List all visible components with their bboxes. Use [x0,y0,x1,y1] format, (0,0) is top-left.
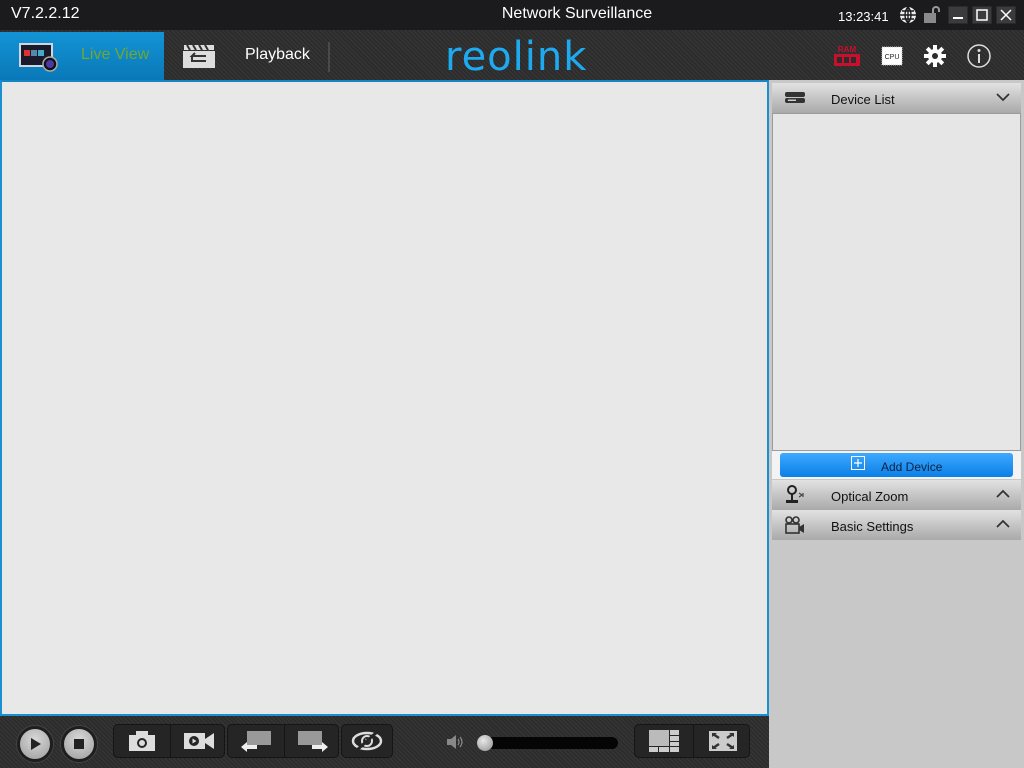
add-device-button[interactable]: Add Device [780,453,1013,477]
tab-live-view[interactable]: Live View [0,32,164,80]
capture-button-group [113,724,225,758]
clock: 13:23:41 [838,9,889,24]
plus-box-icon [851,456,865,470]
device-list-header[interactable]: Device List [772,83,1021,113]
cpu-label: CPU [885,54,900,61]
clapperboard-icon [183,44,215,68]
title-bar: V7.2.2.12 Network Surveillance 13:23:41 [0,0,1024,30]
add-device-row: Add Device [772,451,1021,479]
play-button[interactable] [17,726,53,762]
optical-zoom-icon [786,485,804,503]
volume-slider-handle[interactable] [477,735,493,751]
close-icon [1000,9,1012,21]
device-list-title: Device List [831,92,895,107]
chevron-down-icon [996,93,1010,102]
optical-zoom-header[interactable]: Optical Zoom [772,480,1021,510]
chevron-up-icon [996,519,1010,528]
unlock-icon[interactable] [923,6,943,24]
app-version: V7.2.2.12 [11,5,80,22]
basic-settings-header[interactable]: Basic Settings [772,510,1021,540]
volume-slider[interactable] [477,735,618,751]
tab-live-view-label: Live View [81,46,150,63]
basic-settings-title: Basic Settings [831,519,914,534]
tab-playback-label: Playback [245,46,310,63]
arrow-left-screen-icon [241,731,271,752]
arrow-right-screen-icon [297,731,328,752]
split-layout-button[interactable] [635,725,693,757]
video-camera-icon [785,516,804,534]
monitor-icon [19,43,58,72]
minimize-button[interactable] [948,6,968,24]
globe-icon[interactable] [898,6,918,24]
info-icon [967,44,991,68]
volume-icon[interactable] [446,734,464,750]
sync-button-group [341,724,393,758]
gear-icon [924,45,946,67]
live-view-area[interactable] [0,80,769,716]
settings-button[interactable] [920,42,950,70]
snapshot-button[interactable] [114,725,170,757]
maximize-icon [976,9,988,21]
page-button-group [227,724,339,758]
video-record-icon [183,733,214,749]
record-button[interactable] [171,725,226,757]
cpu-usage-button[interactable]: CPU [877,42,907,70]
device-list[interactable] [772,113,1021,451]
view-button-group [634,724,750,758]
ram-label: RAM [838,45,857,54]
stop-button[interactable] [61,726,97,762]
ram-usage-button[interactable]: RAM [832,42,862,70]
tab-playback[interactable]: Playback [166,32,326,80]
camera-icon [129,731,155,751]
fullscreen-button[interactable] [694,725,751,757]
nvr-device-icon [785,92,805,103]
stop-icon [74,739,84,749]
play-icon [31,738,41,750]
add-device-label: Add Device [881,460,943,474]
ram-icon: RAM [834,45,860,66]
cpu-icon: CPU [881,46,903,66]
grid-layout-icon [649,730,679,752]
previous-page-button[interactable] [228,725,284,757]
minimize-icon [953,17,963,19]
maximize-button[interactable] [972,6,992,24]
side-panel: Device List Add Device Optical Zoom Basi… [769,80,1024,768]
sync-icon [351,730,383,752]
close-button[interactable] [996,6,1016,24]
reolink-logo: reolink [445,34,588,80]
chevron-up-icon [996,489,1010,498]
fullscreen-icon [708,731,737,751]
info-button[interactable] [964,42,994,70]
optical-zoom-title: Optical Zoom [831,489,909,504]
next-page-button[interactable] [285,725,340,757]
sync-playback-button[interactable] [342,725,392,757]
playback-controls-bar [0,716,769,768]
tab-divider [328,42,330,72]
main-toolbar: Live View Playback reolink RAM CPU [0,30,1024,80]
